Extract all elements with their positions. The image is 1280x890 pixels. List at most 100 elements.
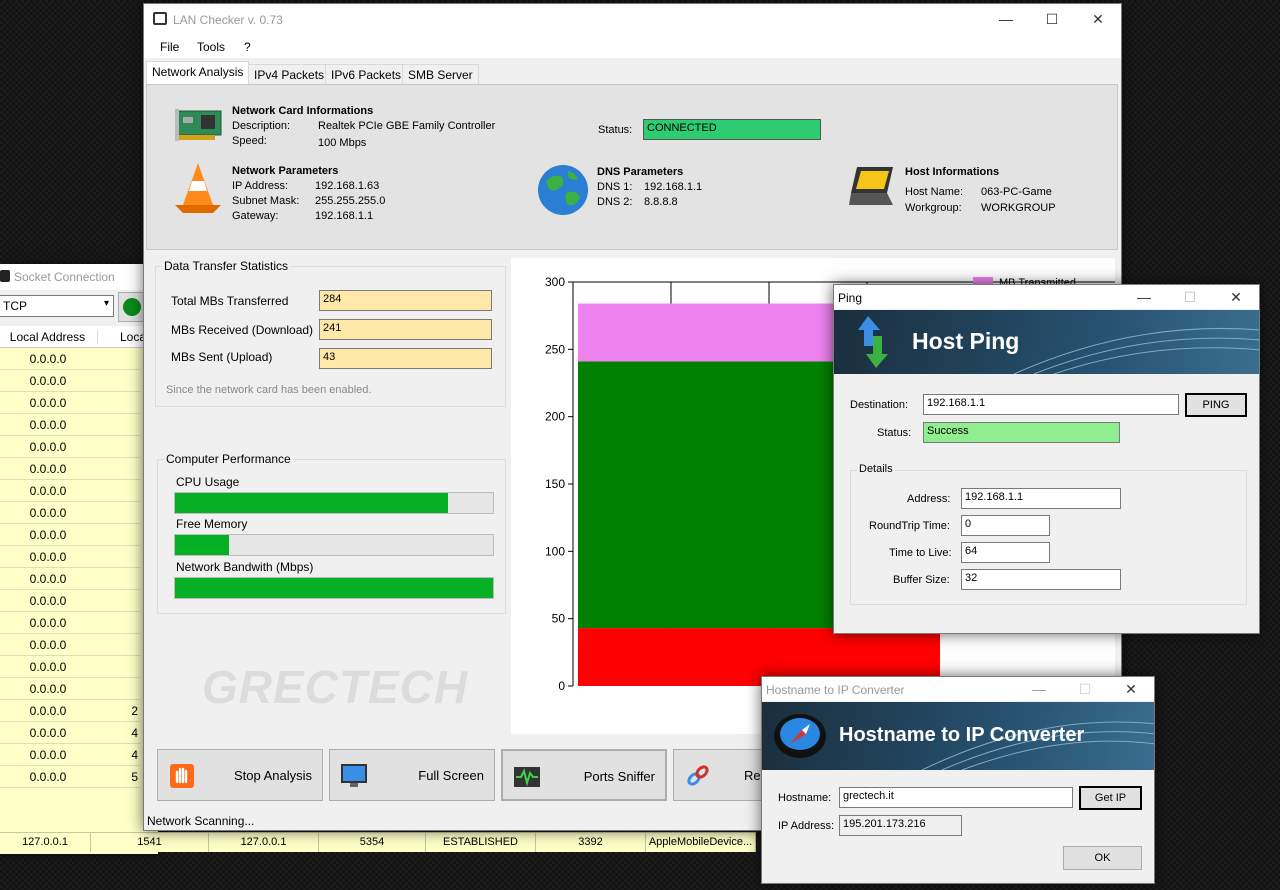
destination-field[interactable]: 192.168.1.1 bbox=[923, 394, 1179, 415]
heartbeat-icon bbox=[514, 767, 540, 787]
tab-smb-server[interactable]: SMB Server bbox=[402, 64, 479, 84]
get-ip-button[interactable]: Get IP bbox=[1079, 786, 1142, 810]
ping-status-field[interactable]: Success bbox=[923, 422, 1120, 443]
converter-ip-field[interactable]: 195.201.173.216 bbox=[839, 815, 962, 836]
chevron-down-icon: ▾ bbox=[103, 298, 109, 309]
converter-titlebar[interactable]: Hostname to IP Converter — ☐ ✕ bbox=[762, 677, 1154, 701]
y-tick-label: 150 bbox=[545, 477, 565, 491]
ttl-field[interactable]: 64 bbox=[961, 542, 1050, 563]
table-row[interactable]: 0.0.0.0 bbox=[0, 370, 140, 392]
close-button[interactable]: ✕ bbox=[1108, 677, 1154, 701]
main-window-title: LAN Checker v. 0.73 bbox=[173, 13, 283, 27]
table-row[interactable]: 0.0.0.0 bbox=[0, 546, 140, 568]
table-row[interactable]: 0.0.0.0 bbox=[0, 568, 140, 590]
roundtrip-field[interactable]: 0 bbox=[961, 515, 1050, 536]
local-port-cell: 5 bbox=[131, 770, 138, 784]
tab-network-analysis[interactable]: Network Analysis bbox=[146, 61, 250, 85]
table-row[interactable]: 0.0.0.0 bbox=[0, 634, 140, 656]
maximize-button[interactable]: ☐ bbox=[1029, 4, 1075, 34]
converter-banner-title: Hostname to IP Converter bbox=[839, 724, 1085, 746]
gateway-value: 192.168.1.1 bbox=[315, 210, 374, 222]
table-row[interactable]: 0.0.0.0 4 bbox=[0, 744, 140, 766]
globe-icon bbox=[538, 165, 588, 215]
maximize-button[interactable]: ☐ bbox=[1062, 677, 1108, 701]
socket-titlebar[interactable]: Socket Connection bbox=[0, 264, 158, 290]
ttl-label: Time to Live: bbox=[889, 547, 952, 559]
table-row[interactable]: 0.0.0.0 bbox=[0, 436, 140, 458]
network-card-icon bbox=[175, 109, 222, 141]
green-led-icon bbox=[123, 298, 141, 316]
local-address-cell: 0.0.0.0 bbox=[29, 616, 67, 630]
converter-banner: Hostname to IP Converter bbox=[762, 702, 1154, 770]
table-row[interactable]: 0.0.0.0 bbox=[0, 458, 140, 480]
status-bar-text: Network Scanning... bbox=[147, 814, 255, 828]
close-button[interactable]: ✕ bbox=[1075, 4, 1121, 34]
dns2-value: 8.8.8.8 bbox=[644, 196, 678, 208]
card-heading: Network Card Informations bbox=[232, 105, 374, 117]
ping-window-title: Ping bbox=[838, 291, 863, 305]
ping-window: Ping — ☐ ✕ Host Ping Destination: 192.16… bbox=[833, 284, 1260, 634]
menu-file[interactable]: File bbox=[160, 40, 179, 54]
table-row[interactable]: 0.0.0.0 bbox=[0, 348, 140, 370]
table-row[interactable]: 0.0.0.0 bbox=[0, 612, 140, 634]
table-row[interactable]: 0.0.0.0 bbox=[0, 480, 140, 502]
column-local-address[interactable]: Local Address bbox=[0, 330, 98, 344]
description-label: Description: bbox=[232, 120, 291, 132]
roundtrip-label: RoundTrip Time: bbox=[869, 520, 950, 532]
protocol-select[interactable]: TCP ▾ bbox=[0, 295, 114, 317]
stop-analysis-button[interactable]: Stop Analysis bbox=[157, 749, 323, 801]
workgroup-label: Workgroup: bbox=[905, 202, 962, 214]
mbs-received-field[interactable]: 241 bbox=[319, 319, 492, 340]
table-cell: 127.0.0.1 bbox=[209, 832, 319, 852]
ok-button[interactable]: OK bbox=[1063, 846, 1142, 870]
table-row[interactable]: 0.0.0.0 4 bbox=[0, 722, 140, 744]
table-row[interactable]: 0.0.0.0 bbox=[0, 392, 140, 414]
ping-button[interactable]: PING bbox=[1185, 393, 1247, 417]
free-memory-fill bbox=[175, 535, 230, 555]
ping-status-label: Status: bbox=[877, 427, 912, 439]
table-row[interactable]: 0.0.0.0 bbox=[0, 678, 140, 700]
dns-heading: DNS Parameters bbox=[597, 166, 684, 178]
maximize-button[interactable]: ☐ bbox=[1167, 285, 1213, 309]
ports-sniffer-button[interactable]: Ports Sniffer bbox=[501, 749, 667, 801]
table-row[interactable]: 0.0.0.0 bbox=[0, 502, 140, 524]
local-address-cell: 0.0.0.0 bbox=[29, 770, 67, 784]
address-label: Address: bbox=[907, 493, 951, 505]
table-row[interactable]: 0.0.0.0 5 bbox=[0, 766, 140, 788]
table-row[interactable]: 0.0.0.0 bbox=[0, 590, 140, 612]
main-titlebar[interactable]: LAN Checker v. 0.73 — ☐ ✕ bbox=[144, 4, 1121, 34]
minimize-button[interactable]: — bbox=[1016, 677, 1062, 701]
cpu-usage-bar bbox=[174, 492, 494, 514]
workgroup-value: WORKGROUP bbox=[981, 202, 1056, 214]
y-tick-label: 250 bbox=[545, 342, 565, 356]
protocol-value: TCP bbox=[3, 299, 27, 313]
status-label: Status: bbox=[598, 124, 633, 136]
address-field[interactable]: 192.168.1.1 bbox=[961, 488, 1121, 509]
table-row[interactable]: 0.0.0.0 bbox=[0, 656, 140, 678]
table-row[interactable]: 0.0.0.0 bbox=[0, 524, 140, 546]
total-mbs-field[interactable]: 284 bbox=[319, 290, 492, 311]
full-screen-button[interactable]: Full Screen bbox=[329, 749, 495, 801]
menu-tools[interactable]: Tools bbox=[197, 40, 225, 54]
mbs-sent-field[interactable]: 43 bbox=[319, 348, 492, 369]
table-row[interactable]: 0.0.0.0 2 bbox=[0, 700, 140, 722]
local-address-cell: 0.0.0.0 bbox=[29, 594, 67, 608]
minimize-button[interactable]: — bbox=[983, 4, 1029, 34]
tab-ipv6-packets[interactable]: IPv6 Packets bbox=[325, 64, 408, 84]
mbs-received-label: MBs Received (Download) bbox=[171, 323, 314, 337]
tab-ipv4-packets[interactable]: IPv4 Packets bbox=[248, 64, 331, 84]
local-address-cell: 0.0.0.0 bbox=[29, 484, 67, 498]
ping-titlebar[interactable]: Ping — ☐ ✕ bbox=[834, 285, 1259, 309]
socket-status-button[interactable] bbox=[118, 292, 146, 322]
table-row[interactable]: 0.0.0.0 bbox=[0, 414, 140, 436]
close-button[interactable]: ✕ bbox=[1213, 285, 1259, 309]
minimize-button[interactable]: — bbox=[1121, 285, 1167, 309]
buffer-size-field[interactable]: 32 bbox=[961, 569, 1121, 590]
socket-table-body: 0.0.0.0 0.0.0.0 0.0.0.0 0.0.0.0 0.0.0.0 0.0.0… bbox=[0, 348, 158, 832]
app-icon bbox=[0, 270, 10, 282]
hostname-field[interactable]: grectech.it bbox=[839, 787, 1073, 808]
menu-help[interactable]: ? bbox=[244, 40, 251, 54]
subnet-mask-value: 255.255.255.0 bbox=[315, 195, 386, 207]
local-port-cell: 2 bbox=[131, 704, 138, 718]
ports-sniffer-label: Ports Sniffer bbox=[583, 769, 655, 784]
